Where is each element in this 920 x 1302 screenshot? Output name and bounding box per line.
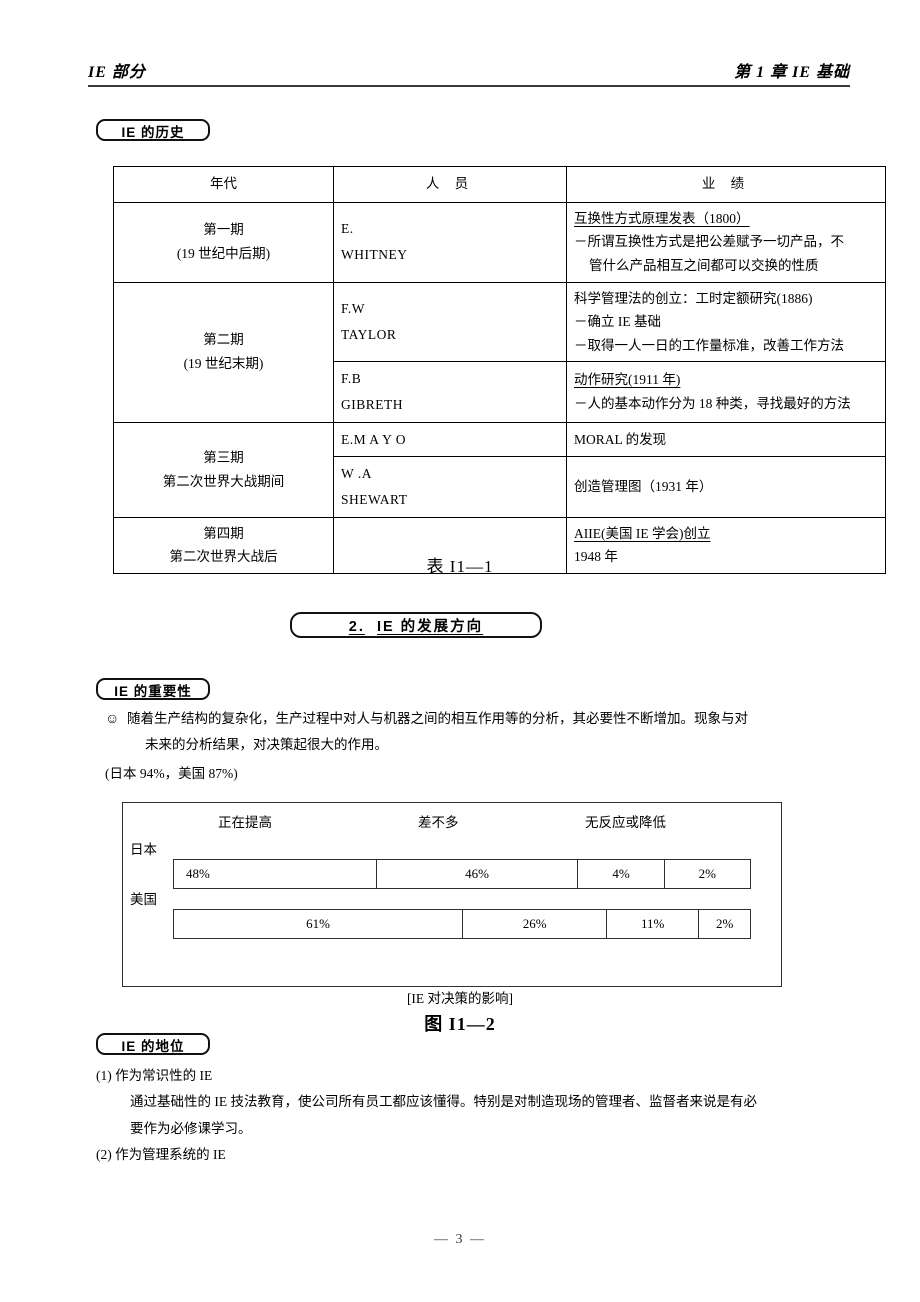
table-cell-person: F.W TAYLOR xyxy=(333,281,567,363)
table-header-achievement: 业 绩 xyxy=(566,166,886,203)
chart-segment-japan-1: 46% xyxy=(377,860,579,888)
table-row: 第三期 第二次世界大战期间 E.M A Y O MORAL 的发现 xyxy=(113,421,886,518)
table-cell-achievement: MORAL 的发现 xyxy=(566,421,886,458)
header-divider-rule xyxy=(88,85,850,87)
table-header-person: 人 员 xyxy=(333,166,567,203)
section-badge-ie-history-label: IE 的历史 xyxy=(121,125,185,140)
chart-row-label-japan: 日本 xyxy=(130,842,157,857)
table-header-era: 年代 xyxy=(113,166,334,203)
table-cell-achievement: 动作研究(1911 年) －人的基本动作分为 18 种类，寻找最好的方法 xyxy=(566,361,886,423)
chart-segment-usa-1: 26% xyxy=(463,910,608,938)
ie-decision-impact-chart: 正在提高 差不多 无反应或降低 日本 48% 46% 4% 2% 美国 61% … xyxy=(122,802,782,987)
status-item-1-sub-line-2: 要作为必修课学习。 xyxy=(130,1120,252,1136)
section-badge-ie-status-label: IE 的地位 xyxy=(121,1039,185,1054)
chart-segment-japan-2: 4% xyxy=(578,860,665,888)
section-badge-ie-importance-label: IE 的重要性 xyxy=(114,684,192,699)
chart-bar-japan: 48% 46% 4% 2% xyxy=(173,859,751,889)
table-row: 第二期 (19 世纪末期) F.W TAYLOR 科学管理法的创立：工时定额研究… xyxy=(113,281,886,423)
table-cell-era: 第三期 第二次世界大战期间 xyxy=(113,421,334,518)
section-badge-development-direction: 2. IE 的发展方向 xyxy=(290,612,545,641)
importance-stat-line: (日本 94%，美国 87%) xyxy=(105,765,238,781)
table-row: 第一期 (19 世纪中后期) E. WHITNEY 互换性方式原理发表（1800… xyxy=(113,201,886,283)
importance-paragraph: ☺ 随着生产结构的复杂化，生产过程中对人与机器之间的相互作用等的分析，其必要性不… xyxy=(105,706,905,787)
chart-column-labels: 正在提高 差不多 无反应或降低 xyxy=(123,811,781,831)
figure-subcaption: [IE 对决策的影响] xyxy=(406,991,514,1006)
table-cell-achievement: 互换性方式原理发表（1800） －所谓互换性方式是把公差赋予一切产品，不 管什么… xyxy=(566,201,886,283)
chart-segment-usa-0: 61% xyxy=(174,910,464,938)
table-cell-achievement: 创造管理图（1931 年） xyxy=(566,456,886,518)
status-item-1: (1) 作为常识性的 IE xyxy=(96,1068,213,1083)
table-cell-person: W .A SHEWART xyxy=(333,456,567,518)
chart-column-label-0: 正在提高 xyxy=(218,815,272,830)
chart-segment-usa-2: 11% xyxy=(607,910,700,938)
chart-row-label-usa: 美国 xyxy=(130,892,157,907)
header-left-title: IE 部分 xyxy=(88,64,146,81)
table-caption: 表 I1—1 xyxy=(426,557,494,576)
chart-segment-japan-3: 2% xyxy=(698,866,717,881)
section-badge-ie-status: IE 的地位 xyxy=(96,1033,213,1058)
section-badge-ie-history: IE 的历史 xyxy=(96,119,213,144)
status-list: (1) 作为常识性的 IE 通过基础性的 IE 技法教育，使公司所有员工都应该懂… xyxy=(96,1063,908,1168)
chart-bar-usa: 61% 26% 11% 2% xyxy=(173,909,751,939)
header-right-title: 第 1 章 IE 基础 xyxy=(734,64,850,81)
importance-line-2: 未来的分析结果，对决策起很大的作用。 xyxy=(145,737,388,753)
section-badge-number: 2. xyxy=(348,619,365,635)
table-cell-person: F.B GIBRETH xyxy=(333,361,567,423)
ie-history-table: 年代 人 员 业 绩 第一期 (19 世纪中后期) E. WHITNEY 互换性… xyxy=(113,166,886,574)
status-item-1-sub-line-1: 通过基础性的 IE 技法教育，使公司所有员工都应该懂得。特别是对制造现场的管理者… xyxy=(130,1094,757,1110)
importance-line-1: 随着生产结构的复杂化，生产过程中对人与机器之间的相互作用等的分析，其必要性不断增… xyxy=(127,711,748,726)
table-cell-era: 第二期 (19 世纪末期) xyxy=(113,281,334,423)
status-item-2: (2) 作为管理系统的 IE xyxy=(96,1146,226,1162)
section-badge-title: IE 的发展方向 xyxy=(376,619,484,635)
chart-column-label-1: 差不多 xyxy=(418,815,459,830)
table-cell-achievement: 科学管理法的创立：工时定额研究(1886) －确立 IE 基础 －取得一人一日的… xyxy=(566,281,886,363)
chart-segment-usa-3: 2% xyxy=(715,916,734,931)
smiley-face-icon: ☺ xyxy=(105,712,120,727)
page-number: — 3 — xyxy=(434,1232,486,1247)
table-cell-person: E.M A Y O xyxy=(333,421,567,458)
table-cell-era: 第一期 (19 世纪中后期) xyxy=(113,201,334,283)
table-cell-person: E. WHITNEY xyxy=(333,201,567,283)
chart-column-label-2: 无反应或降低 xyxy=(585,815,666,830)
chart-segment-japan-0: 48% xyxy=(174,860,377,888)
page-running-header: IE 部分 第 1 章 IE 基础 xyxy=(88,58,850,92)
table-header-row: 年代 人 员 业 绩 xyxy=(113,166,886,203)
section-badge-ie-importance: IE 的重要性 xyxy=(96,678,213,703)
